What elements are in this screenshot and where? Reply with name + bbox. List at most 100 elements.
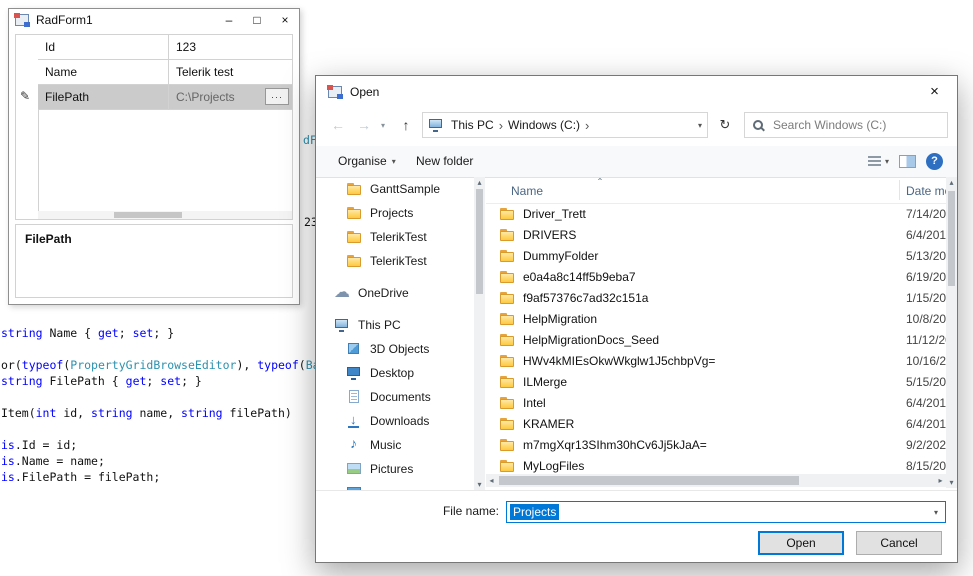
chevron-down-icon: ▾: [884, 156, 889, 166]
file-name-value[interactable]: Projects: [510, 504, 560, 520]
property-grid-row[interactable]: Id 123: [38, 35, 292, 60]
scrollbar-thumb[interactable]: [948, 191, 955, 286]
file-date: 6/4/2019: [906, 395, 946, 410]
minimize-button[interactable]: –: [215, 9, 243, 31]
search-input[interactable]: [771, 117, 940, 133]
scrollbar-thumb[interactable]: [499, 476, 799, 485]
file-row[interactable]: DummyFolder 5/13/202: [486, 245, 946, 266]
property-grid-row[interactable]: FilePath C:\Projects ···: [38, 85, 292, 110]
list-scrollbar[interactable]: ▴ ▾: [946, 177, 957, 488]
file-row[interactable]: HelpMigrationDocs_Seed 11/12/20: [486, 329, 946, 350]
dialog-titlebar[interactable]: Open: [316, 76, 957, 108]
close-button[interactable]: ×: [271, 9, 299, 31]
property-label: Id: [38, 35, 169, 59]
sidebar-icon: [346, 390, 364, 404]
browse-button[interactable]: ···: [265, 88, 289, 105]
sidebar-icon: [334, 318, 352, 332]
file-date: 5/13/202: [906, 248, 946, 263]
sidebar-item-label: Desktop: [370, 366, 415, 380]
open-dialog-icon: [327, 85, 343, 99]
file-row[interactable]: ILMerge 5/15/202: [486, 371, 946, 392]
sidebar-item[interactable]: TelerikTest: [324, 249, 474, 273]
column-header-date[interactable]: Date mo: [906, 184, 946, 198]
file-name: m7mgXqr13SIhm30hCv6Jj5kJaA=: [523, 437, 707, 452]
file-name-label: File name:: [442, 504, 499, 518]
organise-label: Organise: [338, 154, 387, 168]
column-header-name[interactable]: Name: [511, 184, 543, 198]
cancel-button[interactable]: Cancel: [856, 531, 942, 555]
folder-icon: [499, 312, 517, 326]
help-icon[interactable]: ?: [926, 152, 943, 170]
sidebar-item[interactable]: TelerikTest: [324, 225, 474, 249]
desktop: string Name { get; set; } or(typeof(Prope…: [0, 0, 973, 576]
open-dialog: Open × ← → ▾ ↑ This PC › Windows (C:) › ▾ ↻…: [315, 75, 958, 563]
sidebar-icon: [346, 412, 364, 428]
tree-scrollbar[interactable]: ▴ ▾: [474, 177, 485, 490]
sidebar-item[interactable]: [324, 481, 474, 490]
sidebar-icon: [346, 462, 364, 476]
file-date: 9/2/2020: [906, 437, 946, 452]
file-row[interactable]: Intel 6/4/2019: [486, 392, 946, 413]
sidebar-item[interactable]: 3D Objects: [324, 337, 474, 361]
address-dropdown-icon[interactable]: ▾: [698, 121, 702, 130]
sort-ascending-icon[interactable]: ˆ: [598, 177, 602, 190]
up-button[interactable]: ↑: [394, 112, 418, 138]
file-name-combobox[interactable]: Projects ▾: [506, 501, 946, 523]
property-grid-row[interactable]: Name Telerik test: [38, 60, 292, 85]
scrollbar-thumb[interactable]: [114, 212, 182, 218]
file-row[interactable]: e0a4a8c14ff5b9eba7 6/19/201: [486, 266, 946, 287]
back-button[interactable]: ←: [326, 112, 350, 138]
view-options-button[interactable]: ▾: [867, 155, 889, 167]
radform-titlebar[interactable]: RadForm1 – □ ×: [9, 9, 299, 31]
breadcrumb-item[interactable]: Windows (C:): [508, 118, 580, 132]
file-row[interactable]: DRIVERS 6/4/2019: [486, 224, 946, 245]
file-row[interactable]: KRAMER 6/4/2019: [486, 413, 946, 434]
sidebar-item[interactable]: Downloads: [324, 409, 474, 433]
list-hscrollbar[interactable]: ◂ ▸: [486, 474, 946, 487]
breadcrumb-item[interactable]: This PC: [451, 118, 494, 132]
folder-icon: [499, 354, 517, 368]
property-value[interactable]: C:\Projects ···: [169, 85, 292, 109]
property-value[interactable]: 123: [169, 35, 292, 59]
organise-button[interactable]: Organise ▾: [338, 146, 396, 176]
file-name: e0a4a8c14ff5b9eba7: [523, 269, 636, 284]
search-box[interactable]: [744, 112, 948, 138]
new-folder-button[interactable]: New folder: [416, 146, 473, 176]
file-row[interactable]: HWv4kMIEsOkwWkglw1J5chbpVg= 10/16/20: [486, 350, 946, 371]
sidebar-item[interactable]: Pictures: [324, 457, 474, 481]
sidebar-item[interactable]: Music: [324, 433, 474, 457]
sidebar-icon: [346, 182, 364, 196]
property-grid-hscrollbar[interactable]: [38, 211, 292, 219]
sidebar-item-label: Documents: [370, 390, 431, 404]
scrollbar-thumb[interactable]: [476, 189, 483, 294]
open-button[interactable]: Open: [758, 531, 844, 555]
file-row[interactable]: Driver_Trett 7/14/202: [486, 203, 946, 224]
file-row[interactable]: f9af57376c7ad32c151a 1/15/202: [486, 287, 946, 308]
dialog-close-button[interactable]: ×: [912, 76, 957, 106]
breadcrumb[interactable]: This PC › Windows (C:) › ▾: [422, 112, 708, 138]
folder-icon: [499, 459, 517, 473]
sidebar-item[interactable]: Desktop: [324, 361, 474, 385]
property-value[interactable]: Telerik test: [169, 60, 292, 84]
forward-button[interactable]: →: [352, 112, 376, 138]
file-row[interactable]: HelpMigration 10/8/201: [486, 308, 946, 329]
sidebar-item[interactable]: Documents: [324, 385, 474, 409]
column-separator[interactable]: [899, 180, 900, 200]
code-editor[interactable]: string Name { get; set; } or(typeof(Prope…: [1, 325, 320, 485]
file-date: 10/16/20: [906, 353, 946, 368]
folder-icon: [499, 270, 517, 284]
list-view-icon: [867, 155, 882, 167]
file-row[interactable]: MyLogFiles 8/15/201: [486, 455, 946, 476]
sidebar-item[interactable]: This PC: [324, 313, 474, 337]
file-name: ILMerge: [523, 374, 568, 389]
sidebar-item[interactable]: Projects: [324, 201, 474, 225]
combo-dropdown-icon[interactable]: ▾: [934, 508, 938, 517]
radform-window: RadForm1 – □ × ✎ Id 123 Name Telerik tes…: [8, 8, 300, 305]
preview-pane-icon[interactable]: [899, 154, 916, 168]
history-dropdown-icon[interactable]: ▾: [376, 112, 390, 138]
refresh-button[interactable]: ↻: [712, 112, 738, 138]
file-row[interactable]: m7mgXqr13SIhm30hCv6Jj5kJaA= 9/2/2020: [486, 434, 946, 455]
sidebar-item[interactable]: GanttSample: [324, 177, 474, 201]
maximize-button[interactable]: □: [243, 9, 271, 31]
sidebar-item[interactable]: OneDrive: [324, 281, 474, 305]
